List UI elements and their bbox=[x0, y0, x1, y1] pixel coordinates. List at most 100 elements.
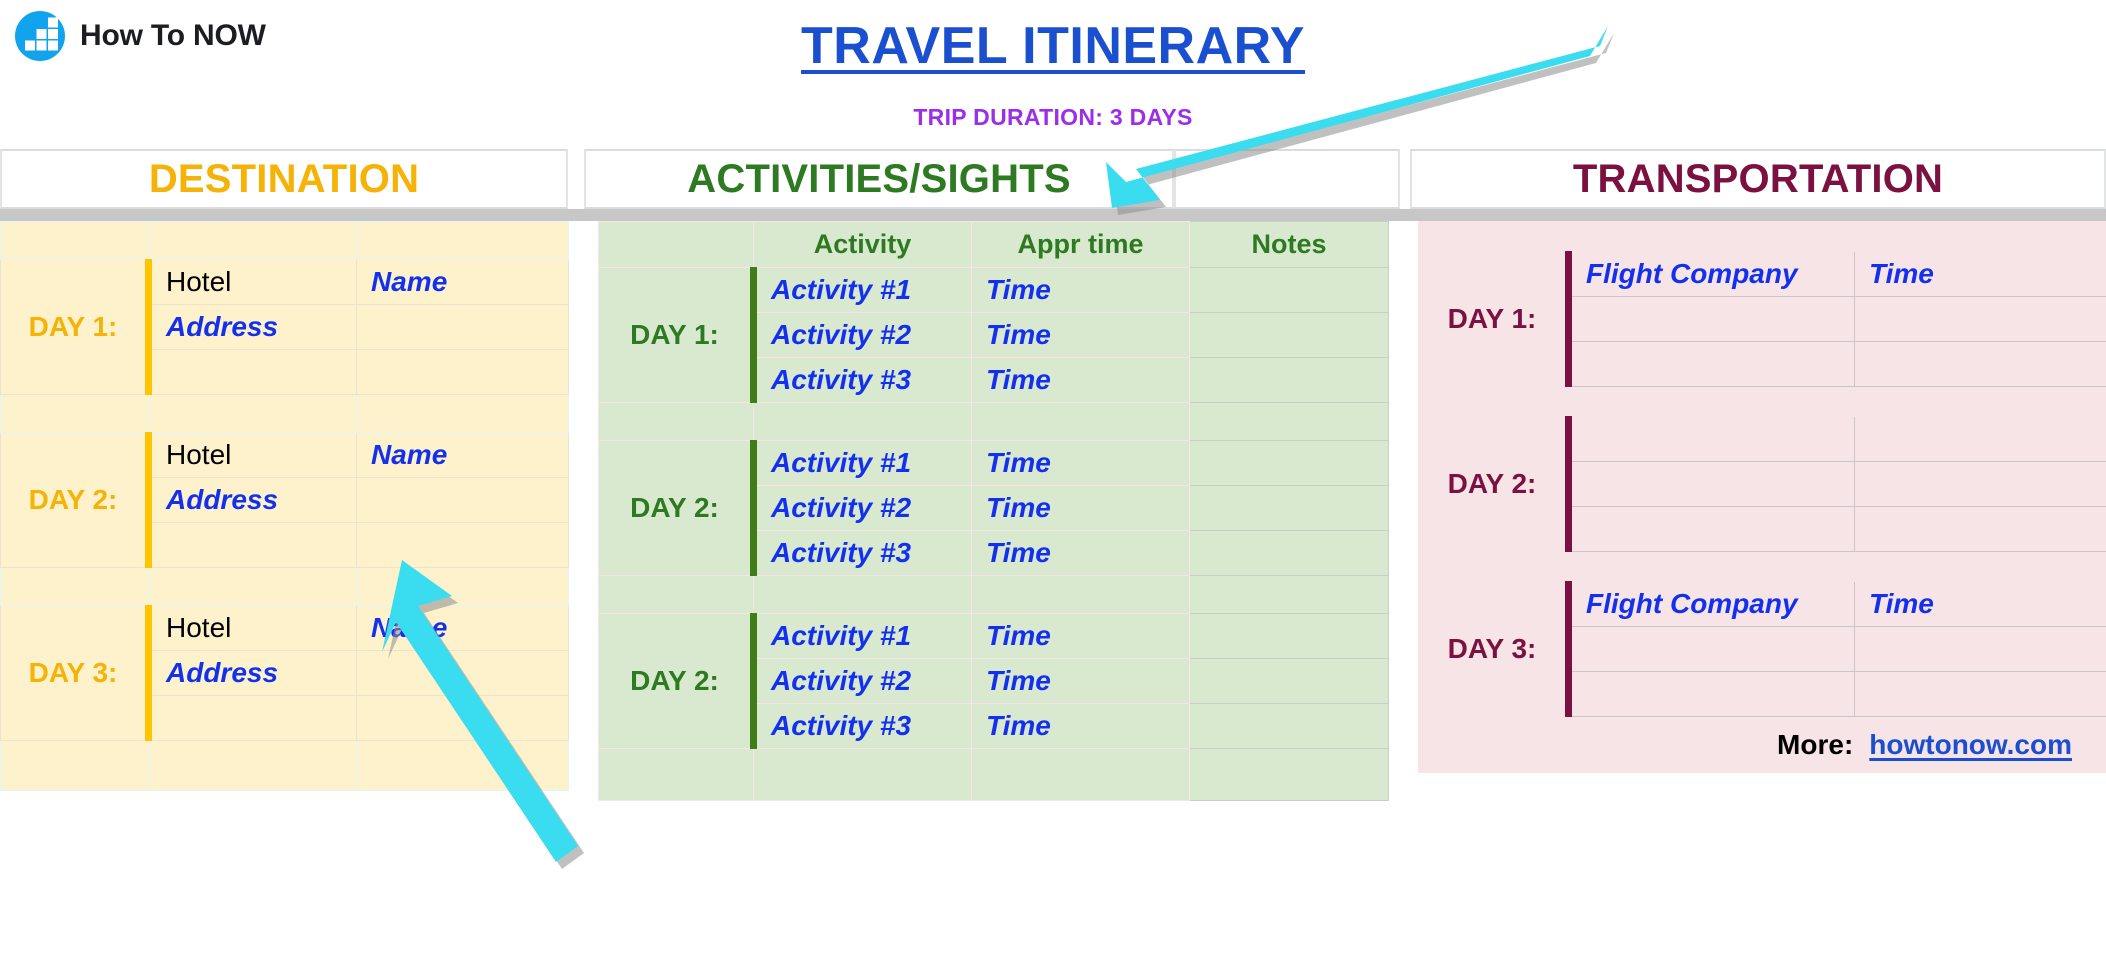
activity-notes-value[interactable] bbox=[1189, 658, 1389, 704]
transportation-extra-cell[interactable] bbox=[1854, 461, 2106, 507]
activity-notes-value[interactable] bbox=[1189, 530, 1389, 576]
flight-time-value[interactable]: Time bbox=[1854, 251, 2106, 297]
day-label-transportation: DAY 3: bbox=[1418, 581, 1569, 717]
spacer-cell bbox=[598, 402, 754, 441]
destination-extra-cell[interactable] bbox=[356, 695, 569, 741]
hotel-label[interactable]: Hotel bbox=[145, 432, 357, 478]
day-label-transportation: DAY 2: bbox=[1418, 416, 1569, 552]
spacer-cell bbox=[1568, 551, 1855, 582]
header-divider-rule bbox=[0, 209, 2106, 221]
activity-value[interactable]: Activity #3 bbox=[750, 703, 972, 749]
address-label[interactable]: Address bbox=[145, 650, 357, 696]
section-caption-band: DESTINATION ACTIVITIES/SIGHTS TRANSPORTA… bbox=[0, 149, 2106, 209]
spacer-cell bbox=[356, 221, 569, 260]
activity-value[interactable]: Activity #1 bbox=[750, 267, 972, 313]
destination-extra-cell[interactable] bbox=[145, 522, 357, 568]
address-value[interactable] bbox=[356, 650, 569, 696]
table-row bbox=[1418, 551, 2106, 582]
section-caption-transportation: TRANSPORTATION bbox=[1572, 156, 1944, 201]
address-label[interactable]: Address bbox=[145, 304, 357, 350]
spacer-cell bbox=[148, 221, 357, 260]
activity-notes-value[interactable] bbox=[1189, 703, 1389, 749]
column-header-notes: Notes bbox=[1189, 221, 1389, 268]
transportation-extra-cell[interactable] bbox=[1565, 506, 1855, 552]
spacer-cell bbox=[356, 740, 569, 791]
transportation-extra-cell[interactable] bbox=[1565, 461, 1855, 507]
spacer-cell bbox=[971, 748, 1190, 801]
activity-value[interactable]: Activity #3 bbox=[750, 357, 972, 403]
spacer-cell bbox=[1189, 748, 1389, 801]
caption-cell-transportation: TRANSPORTATION bbox=[1410, 149, 2106, 209]
transportation-table: DAY 1: Flight Company Time DAY 2: DAY 3:… bbox=[1418, 221, 2106, 773]
destination-extra-cell[interactable] bbox=[145, 695, 357, 741]
hotel-label[interactable]: Hotel bbox=[145, 605, 357, 651]
address-value[interactable] bbox=[356, 477, 569, 523]
flight-time-value[interactable]: Time bbox=[1854, 581, 2106, 627]
activity-value[interactable]: Activity #1 bbox=[750, 613, 972, 659]
activity-time-value[interactable]: Time bbox=[971, 703, 1190, 749]
activity-time-value[interactable]: Time bbox=[971, 485, 1190, 531]
flight-time-value[interactable] bbox=[1854, 416, 2106, 462]
activity-notes-value[interactable] bbox=[1189, 613, 1389, 659]
flight-company-value[interactable]: Flight Company bbox=[1565, 581, 1855, 627]
transportation-extra-cell[interactable] bbox=[1854, 626, 2106, 672]
destination-extra-cell[interactable] bbox=[145, 349, 357, 395]
table-row bbox=[1418, 386, 2106, 417]
howtonow-link[interactable]: howtonow.com bbox=[1869, 729, 2072, 761]
activity-value[interactable]: Activity #1 bbox=[750, 440, 972, 486]
transportation-extra-cell[interactable] bbox=[1565, 671, 1855, 717]
activity-value[interactable]: Activity #2 bbox=[750, 312, 972, 358]
section-caption-destination: DESTINATION bbox=[148, 156, 420, 201]
destination-extra-cell[interactable] bbox=[356, 349, 569, 395]
transportation-extra-cell[interactable] bbox=[1565, 296, 1855, 342]
caption-cell-destination: DESTINATION bbox=[0, 149, 568, 209]
spacer-cell bbox=[1854, 221, 2106, 252]
spacer-cell bbox=[148, 740, 357, 791]
activity-time-value[interactable]: Time bbox=[971, 357, 1190, 403]
hotel-name-value[interactable]: Name bbox=[356, 259, 569, 305]
transportation-extra-cell[interactable] bbox=[1854, 296, 2106, 342]
page-title: TRAVEL ITINERARY bbox=[801, 17, 1305, 75]
table-row bbox=[0, 394, 569, 433]
activity-notes-value[interactable] bbox=[1189, 440, 1389, 486]
table-row bbox=[0, 740, 569, 791]
address-value[interactable] bbox=[356, 304, 569, 350]
flight-company-value[interactable]: Flight Company bbox=[1565, 251, 1855, 297]
activity-time-value[interactable]: Time bbox=[971, 613, 1190, 659]
footer-row: More: howtonow.com bbox=[1418, 716, 2106, 773]
spacer-cell bbox=[753, 402, 972, 441]
spacer-cell bbox=[148, 394, 357, 433]
address-label[interactable]: Address bbox=[145, 477, 357, 523]
transportation-extra-cell[interactable] bbox=[1565, 341, 1855, 387]
activity-value[interactable]: Activity #2 bbox=[750, 485, 972, 531]
hotel-name-value[interactable]: Name bbox=[356, 432, 569, 478]
activity-time-value[interactable]: Time bbox=[971, 658, 1190, 704]
transportation-extra-cell[interactable] bbox=[1565, 626, 1855, 672]
activity-notes-value[interactable] bbox=[1189, 357, 1389, 403]
activity-notes-value[interactable] bbox=[1189, 267, 1389, 313]
activity-time-value[interactable]: Time bbox=[971, 267, 1190, 313]
destination-extra-cell[interactable] bbox=[356, 522, 569, 568]
activity-value[interactable]: Activity #2 bbox=[750, 658, 972, 704]
day-label-transportation: DAY 1: bbox=[1418, 251, 1569, 387]
spacer-cell bbox=[356, 567, 569, 606]
flight-company-value[interactable] bbox=[1565, 416, 1855, 462]
hotel-name-value[interactable]: Name bbox=[356, 605, 569, 651]
spacer-cell bbox=[1854, 551, 2106, 582]
activity-time-value[interactable]: Time bbox=[971, 312, 1190, 358]
activity-time-value[interactable]: Time bbox=[971, 530, 1190, 576]
hotel-label[interactable]: Hotel bbox=[145, 259, 357, 305]
activity-notes-value[interactable] bbox=[1189, 312, 1389, 358]
activity-time-value[interactable]: Time bbox=[971, 440, 1190, 486]
table-row: DAY 1: Activity #1 Time bbox=[598, 267, 1389, 403]
spacer-cell bbox=[1189, 402, 1389, 441]
transportation-extra-cell[interactable] bbox=[1854, 341, 2106, 387]
table-row bbox=[0, 567, 569, 606]
day-label-destination: DAY 2: bbox=[0, 432, 149, 568]
day-label-destination: DAY 1: bbox=[0, 259, 149, 395]
activity-value[interactable]: Activity #3 bbox=[750, 530, 972, 576]
transportation-extra-cell[interactable] bbox=[1854, 506, 2106, 552]
activity-notes-value[interactable] bbox=[1189, 485, 1389, 531]
spacer-cell bbox=[0, 221, 149, 260]
transportation-extra-cell[interactable] bbox=[1854, 671, 2106, 717]
